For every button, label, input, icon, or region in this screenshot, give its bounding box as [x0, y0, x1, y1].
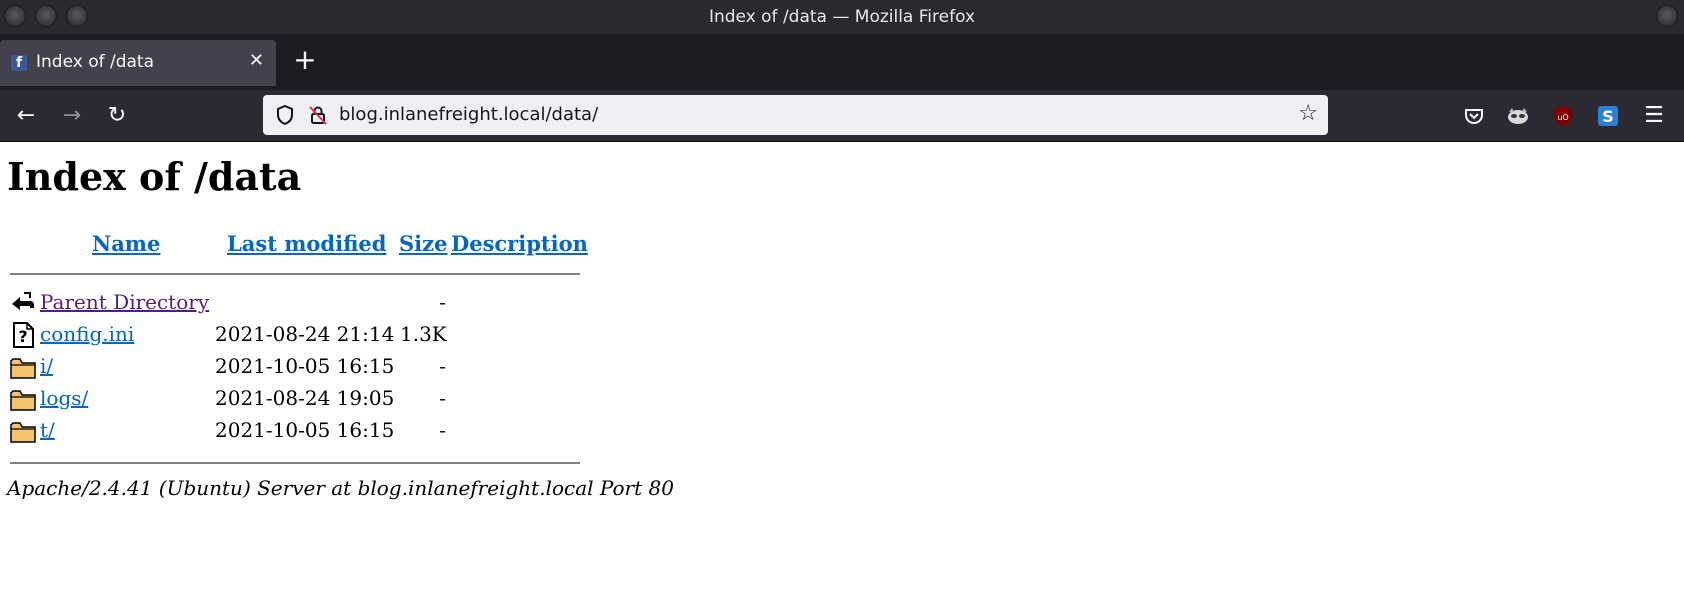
new-tab-button[interactable]: + [290, 46, 320, 76]
reload-button[interactable]: ↻ [101, 100, 133, 132]
navigation-toolbar: ← → ↻ blog.inlanefreight.local/data/ ☆ u… [0, 90, 1684, 142]
table-row: t/ 2021-10-05 16:15 - [0, 416, 700, 446]
tab-index-of-data[interactable]: f Index of /data ✕ [0, 40, 276, 86]
column-header-description[interactable]: Description [451, 231, 588, 256]
file-link-config-ini[interactable]: config.ini [40, 322, 134, 346]
folder-icon [10, 390, 36, 411]
svg-text:?: ? [18, 327, 27, 346]
modified-date: 2021-10-05 16:15 [215, 418, 395, 442]
tab-bar: f Index of /data ✕ + [0, 34, 1684, 90]
file-size: 1.3K [400, 322, 447, 346]
file-size: - [439, 354, 446, 378]
back-button[interactable]: ← [10, 100, 42, 132]
svg-text:S: S [1602, 107, 1614, 126]
divider [10, 462, 580, 464]
folder-link-i[interactable]: i/ [40, 354, 53, 378]
modified-date: 2021-08-24 21:14 [215, 322, 395, 346]
folder-icon [10, 358, 36, 379]
parent-directory-link[interactable]: Parent Directory [40, 290, 209, 314]
tab-label: Index of /data [36, 52, 155, 72]
facebook-favicon-icon: f [11, 55, 27, 71]
bookmark-star-icon[interactable]: ☆ [1298, 101, 1318, 126]
folder-link-logs[interactable]: logs/ [40, 386, 88, 410]
ublock-origin-icon[interactable]: uO [1551, 104, 1575, 128]
extension-raccoon-icon[interactable] [1506, 104, 1530, 128]
insecure-lock-icon[interactable] [307, 104, 329, 126]
page-content: Index of /data Name Last modified Size D… [0, 143, 1684, 600]
forward-button[interactable]: → [56, 100, 88, 132]
window-titlebar: Index of /data — Mozilla Firefox [0, 0, 1684, 34]
modified-date: 2021-08-24 19:05 [215, 386, 395, 410]
modified-date: 2021-10-05 16:15 [215, 354, 395, 378]
window-menu-button[interactable] [1656, 5, 1678, 27]
unknown-file-icon: ? [13, 322, 34, 348]
folder-icon [10, 422, 36, 443]
file-size: - [439, 290, 446, 314]
folder-link-t[interactable]: t/ [40, 418, 55, 442]
table-row: logs/ 2021-08-24 19:05 - [0, 384, 700, 414]
tracking-protection-shield-icon[interactable] [274, 104, 296, 126]
url-bar[interactable]: blog.inlanefreight.local/data/ ☆ [263, 95, 1328, 135]
file-size: - [439, 418, 446, 442]
column-header-size[interactable]: Size [399, 231, 447, 256]
file-size: - [439, 386, 446, 410]
page-title: Index of /data [7, 154, 302, 199]
svg-text:uO: uO [1557, 113, 1568, 122]
divider [10, 273, 580, 275]
table-row: ? config.ini 2021-08-24 21:14 1.3K [0, 320, 700, 350]
column-header-last-modified[interactable]: Last modified [227, 231, 386, 256]
window-title: Index of /data — Mozilla Firefox [708, 7, 976, 27]
tab-close-icon[interactable]: ✕ [249, 50, 264, 71]
server-signature: Apache/2.4.41 (Ubuntu) Server at blog.in… [7, 476, 674, 500]
table-row: Parent Directory - [0, 288, 700, 318]
url-text[interactable]: blog.inlanefreight.local/data/ [339, 104, 598, 125]
pocket-icon[interactable] [1462, 104, 1486, 128]
column-header-name[interactable]: Name [92, 231, 160, 256]
back-icon [12, 292, 34, 310]
app-menu-button[interactable]: ☰ [1638, 100, 1670, 132]
extension-s-icon[interactable]: S [1596, 104, 1620, 128]
table-row: i/ 2021-10-05 16:15 - [0, 352, 700, 382]
